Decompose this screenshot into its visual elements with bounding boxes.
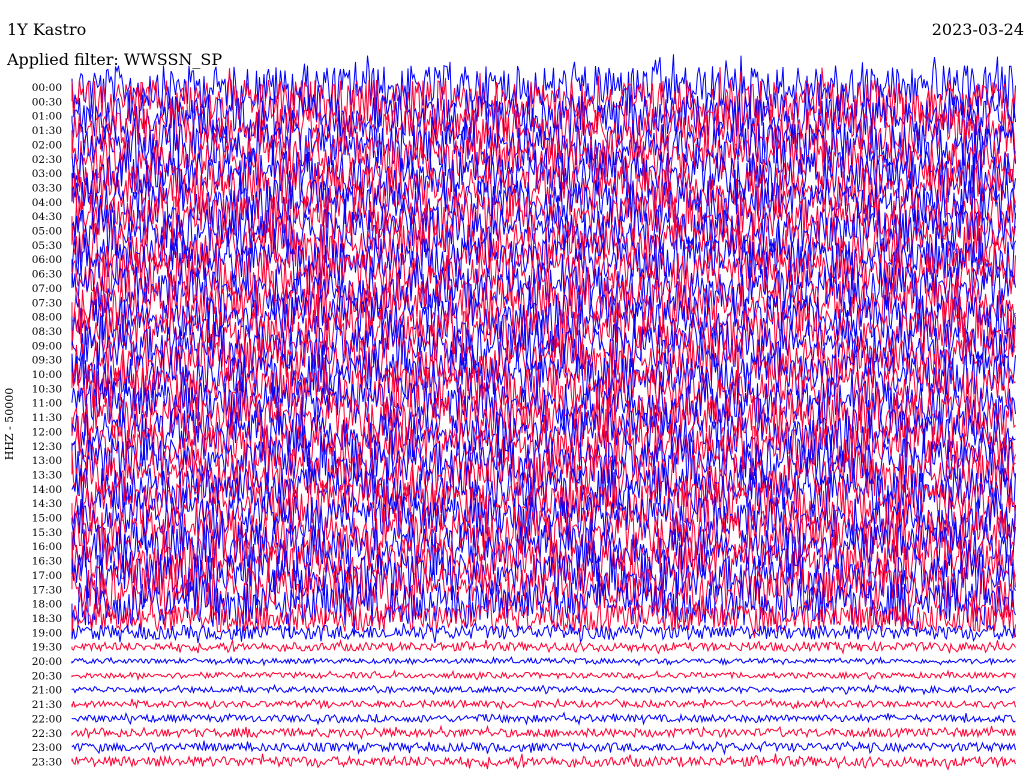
time-tick-label: 05:00 [32, 226, 62, 238]
trace-line [71, 740, 1016, 756]
time-tick-label: 09:00 [32, 340, 62, 352]
y-axis-label: HHZ - 50000 [3, 387, 16, 461]
time-tick-label: 21:30 [32, 699, 62, 711]
time-tick-label: 17:00 [32, 570, 62, 582]
time-tick-label: 07:00 [32, 283, 62, 295]
time-tick-label: 09:30 [32, 355, 62, 367]
time-tick-label: 06:00 [32, 254, 62, 266]
time-tick-label: 21:00 [32, 685, 62, 697]
time-tick-label: 20:30 [32, 670, 62, 682]
trace-line [71, 669, 1016, 682]
time-tick-label: 23:00 [32, 742, 62, 754]
time-tick-label: 04:00 [32, 197, 62, 209]
trace-line [71, 724, 1016, 740]
time-tick-label: 13:30 [32, 469, 62, 481]
time-tick-label: 16:30 [32, 556, 62, 568]
time-tick-label: 15:30 [32, 527, 62, 539]
time-tick-label: 19:00 [32, 627, 62, 639]
time-tick-label: 05:30 [32, 240, 62, 252]
time-tick-label: 06:30 [32, 269, 62, 281]
time-tick-label: 00:30 [32, 96, 62, 108]
time-tick-label: 03:30 [32, 182, 62, 194]
trace-line [71, 384, 1016, 451]
time-tick-label: 03:00 [32, 168, 62, 180]
time-tick-label: 22:00 [32, 713, 62, 725]
time-tick-label: 10:00 [32, 369, 62, 381]
time-tick-label: 07:30 [32, 297, 62, 309]
date-label: 2023-03-24 [931, 20, 1024, 39]
time-tick-label: 18:30 [32, 613, 62, 625]
trace-line [71, 711, 1016, 726]
time-tick-label: 23:30 [32, 756, 62, 768]
time-tick-label: 02:30 [32, 154, 62, 166]
time-tick-label: 12:00 [32, 426, 62, 438]
trace-line [71, 753, 1016, 771]
time-tick-label: 08:30 [32, 326, 62, 338]
heliplot: 00:00 00:30 01:00 01:30 02:00 02:30 03:00 03:30… [32, 54, 1016, 771]
filter-label: Applied filter: WWSSN_SP [7, 50, 223, 69]
time-tick-label: 18:00 [32, 599, 62, 611]
trace-line [71, 655, 1016, 667]
time-tick-label: 11:00 [32, 398, 62, 410]
time-tick-label: 02:00 [32, 139, 62, 151]
time-tick-label: 15:00 [32, 513, 62, 525]
time-tick-label: 13:00 [32, 455, 62, 467]
station-title: 1Y Kastro [7, 20, 87, 39]
time-tick-label: 04:30 [32, 211, 62, 223]
time-tick-label: 12:30 [32, 441, 62, 453]
trace-line [71, 683, 1016, 696]
time-tick-label: 20:00 [32, 656, 62, 668]
time-tick-label: 14:30 [32, 498, 62, 510]
time-tick-label: 11:30 [32, 412, 62, 424]
trace-line [71, 697, 1016, 711]
time-tick-label: 16:00 [32, 541, 62, 553]
time-tick-label: 01:00 [32, 111, 62, 123]
time-tick-label: 00:00 [32, 82, 62, 94]
time-tick-label: 08:00 [32, 312, 62, 324]
time-axis: 00:00 00:30 01:00 01:30 02:00 02:30 03:00 03:30… [32, 82, 62, 768]
time-tick-label: 10:30 [32, 383, 62, 395]
trace-line [71, 638, 1016, 655]
time-tick-label: 14:00 [32, 484, 62, 496]
time-tick-label: 01:30 [32, 125, 62, 137]
time-tick-label: 19:30 [32, 642, 62, 654]
time-tick-label: 22:30 [32, 728, 62, 740]
trace-area [71, 54, 1016, 771]
time-tick-label: 17:30 [32, 584, 62, 596]
